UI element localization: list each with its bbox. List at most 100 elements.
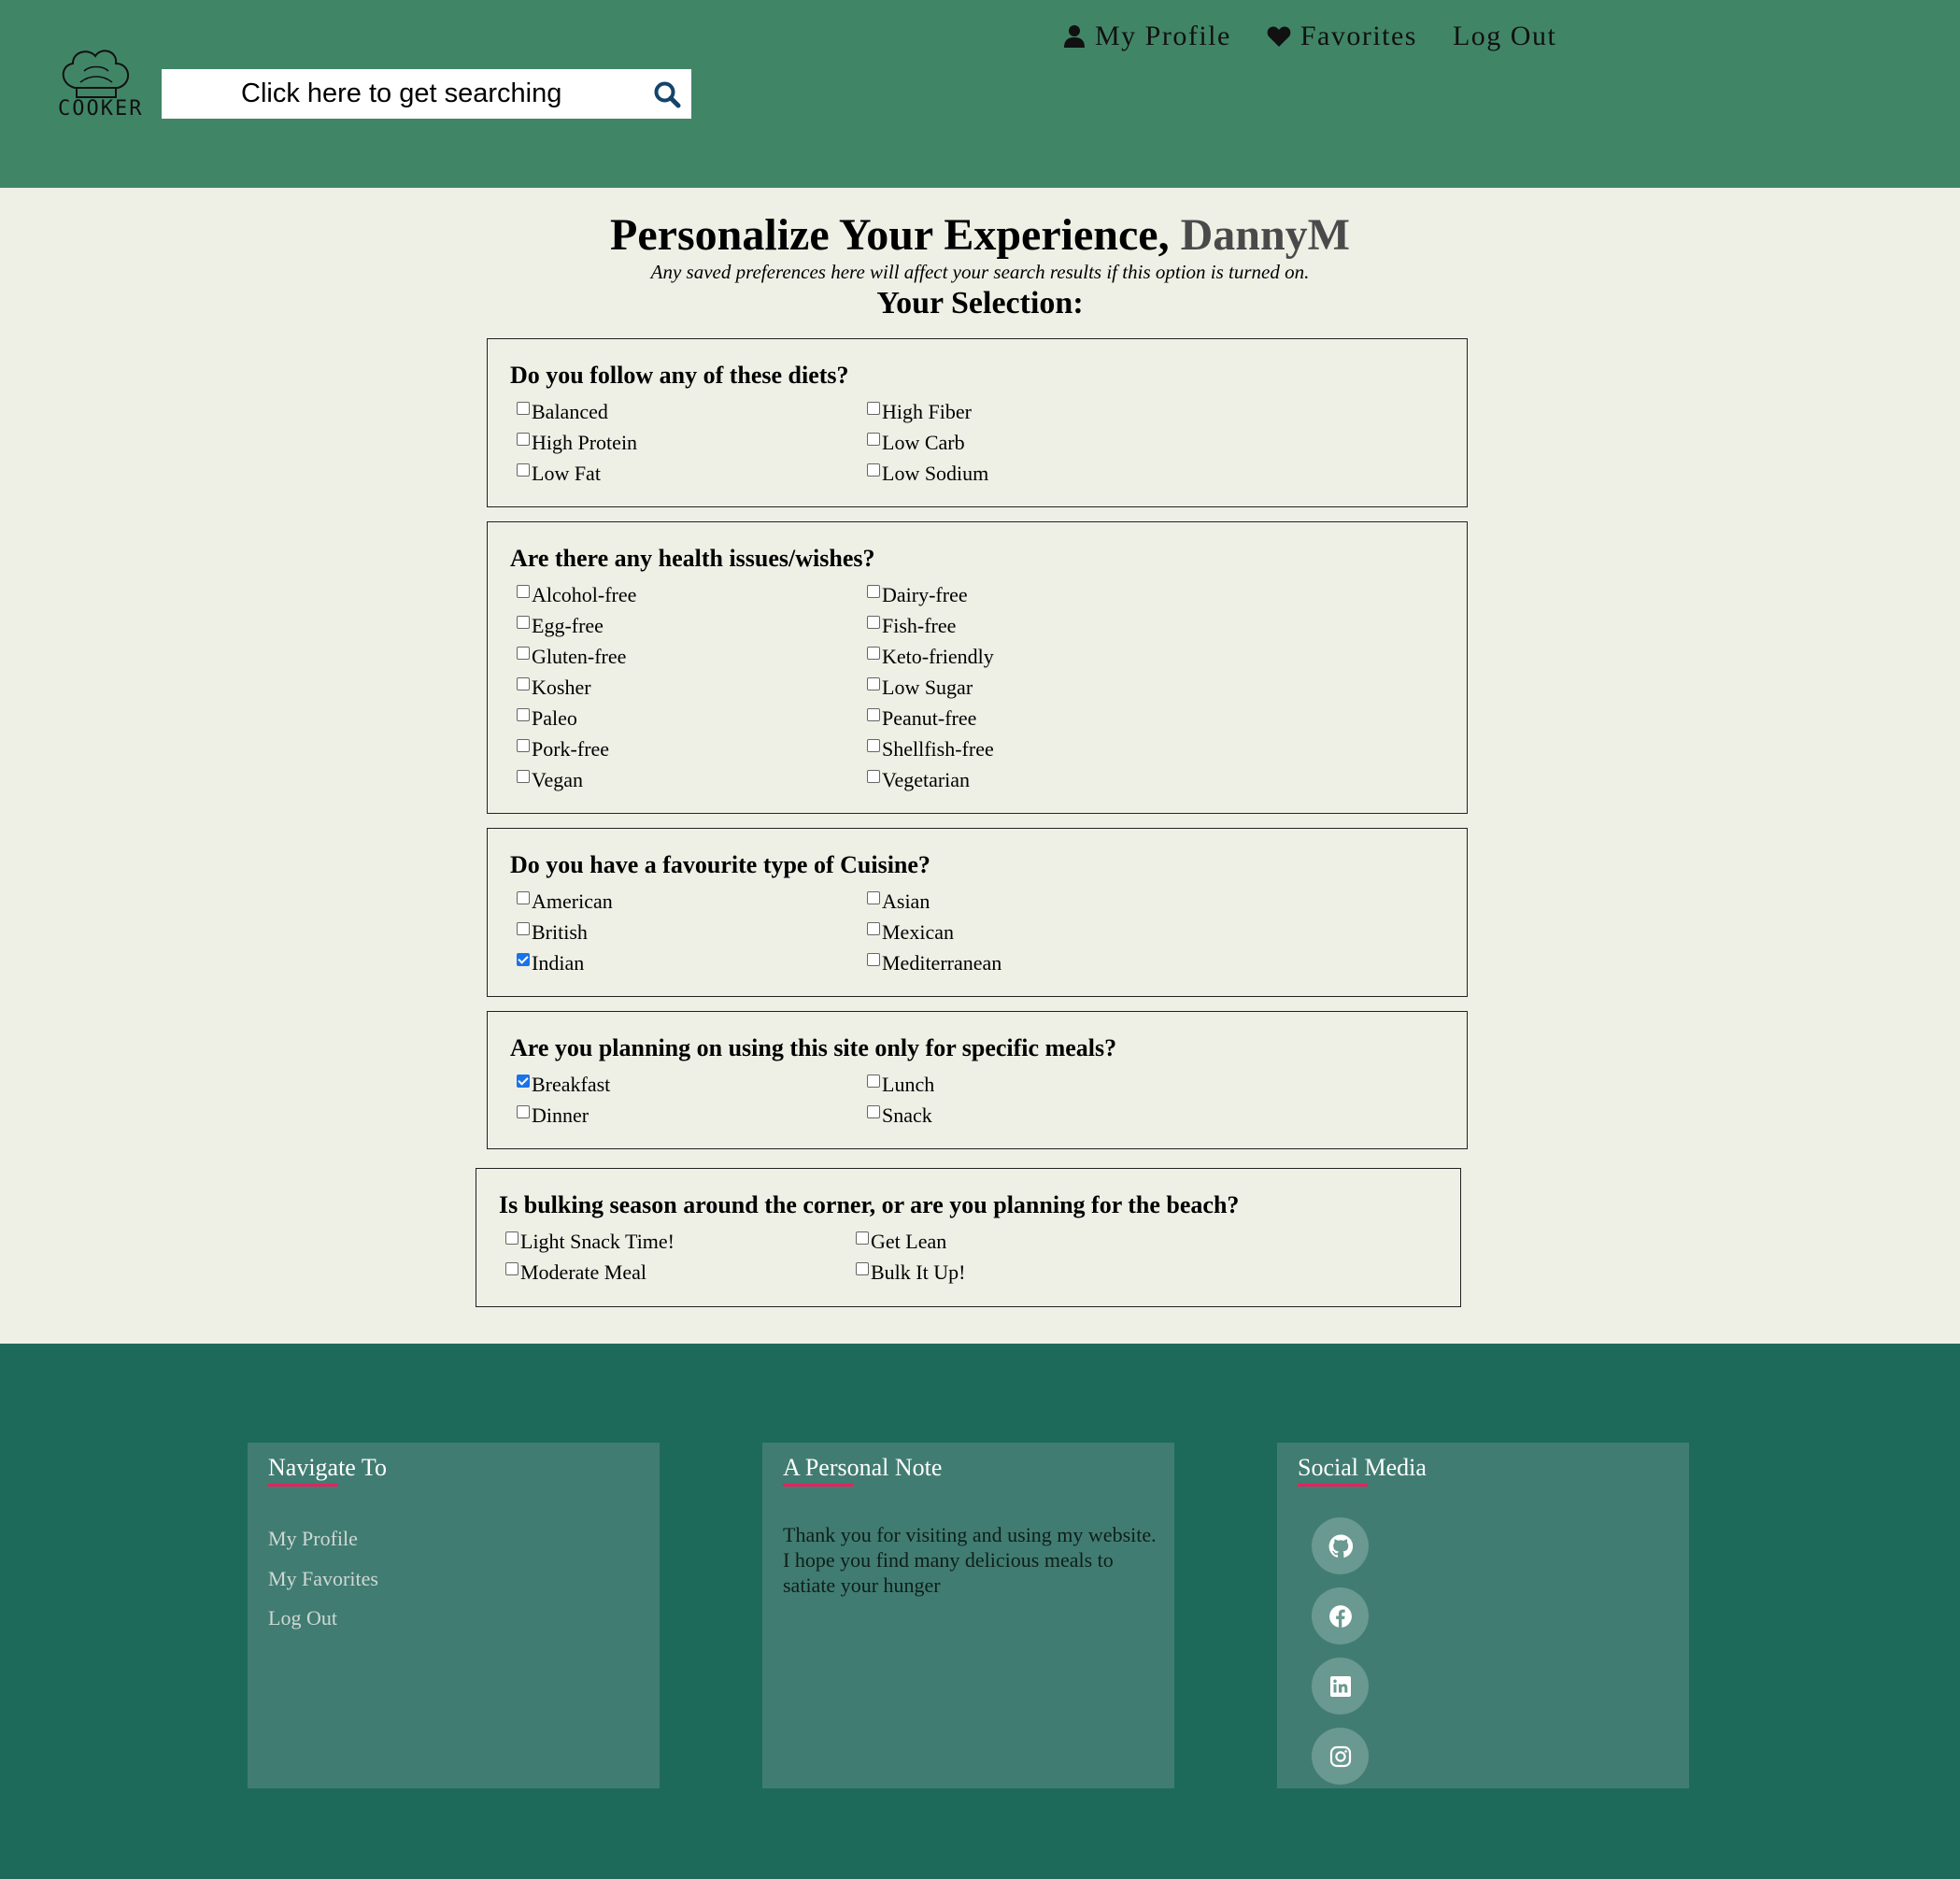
checkbox-balanced[interactable]	[517, 401, 530, 415]
checkbox-vegan[interactable]	[517, 769, 530, 783]
footer-link-my-profile[interactable]: My Profile	[268, 1519, 378, 1559]
footer-link-my-favorites[interactable]: My Favorites	[268, 1559, 378, 1600]
checkbox-low-fat[interactable]	[517, 463, 530, 477]
linkedin-link[interactable]	[1312, 1658, 1369, 1715]
checkbox-alcohol-free[interactable]	[517, 584, 530, 598]
checkbox-lunch[interactable]	[867, 1074, 880, 1088]
option-shellfish-free[interactable]: Shellfish-free	[867, 733, 1166, 764]
checkbox-indian[interactable]	[517, 952, 530, 966]
option-low-fat[interactable]: Low Fat	[517, 458, 867, 489]
checkbox-mexican[interactable]	[867, 921, 880, 935]
checkbox-snack[interactable]	[867, 1104, 880, 1118]
option-asian[interactable]: Asian	[867, 886, 1166, 917]
option-label: American	[532, 889, 613, 913]
option-label: Indian	[532, 950, 585, 975]
footer-social-card: Social Media	[1277, 1443, 1689, 1788]
option-breakfast[interactable]: Breakfast	[517, 1069, 867, 1100]
instagram-icon	[1329, 1745, 1351, 1767]
checkbox-pork-free[interactable]	[517, 738, 530, 752]
nav-my-profile[interactable]: My Profile	[1063, 21, 1231, 52]
option-label: Get Lean	[871, 1229, 947, 1253]
github-icon	[1328, 1534, 1353, 1558]
checkbox-paleo[interactable]	[517, 707, 530, 721]
checkbox-vegetarian[interactable]	[867, 769, 880, 783]
checkbox-dinner[interactable]	[517, 1104, 530, 1118]
option-pork-free[interactable]: Pork-free	[517, 733, 867, 764]
checkbox-dairy-free[interactable]	[867, 584, 880, 598]
checkbox-light-snack-time[interactable]	[505, 1231, 518, 1245]
facebook-link[interactable]	[1312, 1587, 1369, 1644]
checkbox-asian[interactable]	[867, 890, 880, 904]
option-paleo[interactable]: Paleo	[517, 703, 867, 733]
checkbox-fish-free[interactable]	[867, 615, 880, 629]
checkbox-keto-friendly[interactable]	[867, 646, 880, 660]
option-peanut-free[interactable]: Peanut-free	[867, 703, 1166, 733]
options-grid: Light Snack Time! Get Lean Moderate Meal Bu…	[505, 1226, 1155, 1288]
option-gluten-free[interactable]: Gluten-free	[517, 641, 867, 672]
option-moderate-meal[interactable]: Moderate Meal	[505, 1257, 856, 1288]
checkbox-american[interactable]	[517, 890, 530, 904]
checkbox-mediterranean[interactable]	[867, 952, 880, 966]
checkbox-egg-free[interactable]	[517, 615, 530, 629]
option-label: Mexican	[882, 919, 954, 944]
option-fish-free[interactable]: Fish-free	[867, 610, 1166, 641]
instagram-link[interactable]	[1312, 1728, 1369, 1785]
option-label: High Protein	[532, 430, 638, 454]
option-vegetarian[interactable]: Vegetarian	[867, 764, 1166, 795]
cuisine-section: Do you have a favourite type of Cuisine?…	[487, 828, 1468, 997]
footer-note-card: A Personal Note Thank you for visiting a…	[762, 1443, 1174, 1788]
checkbox-gluten-free[interactable]	[517, 646, 530, 660]
nav-favorites[interactable]: Favorites	[1267, 21, 1417, 52]
checkbox-moderate-meal[interactable]	[505, 1261, 518, 1275]
option-dairy-free[interactable]: Dairy-free	[867, 579, 1166, 610]
option-mediterranean[interactable]: Mediterranean	[867, 947, 1166, 978]
option-lunch[interactable]: Lunch	[867, 1069, 1166, 1100]
option-label: Pork-free	[532, 736, 610, 761]
option-mexican[interactable]: Mexican	[867, 917, 1166, 947]
checkbox-low-sugar[interactable]	[867, 676, 880, 690]
checkbox-low-carb[interactable]	[867, 432, 880, 446]
top-nav: My Profile Favorites Log Out	[1063, 21, 1592, 52]
bulking-section: Is bulking season around the corner, or …	[476, 1168, 1461, 1307]
checkbox-shellfish-free[interactable]	[867, 738, 880, 752]
checkbox-low-sodium[interactable]	[867, 463, 880, 477]
checkbox-bulk-it-up[interactable]	[856, 1261, 869, 1275]
checkbox-peanut-free[interactable]	[867, 707, 880, 721]
option-low-sodium[interactable]: Low Sodium	[867, 458, 1166, 489]
option-keto-friendly[interactable]: Keto-friendly	[867, 641, 1166, 672]
option-egg-free[interactable]: Egg-free	[517, 610, 867, 641]
checkbox-british[interactable]	[517, 921, 530, 935]
option-alcohol-free[interactable]: Alcohol-free	[517, 579, 867, 610]
option-balanced[interactable]: Balanced	[517, 396, 867, 427]
option-american[interactable]: American	[517, 886, 867, 917]
option-high-protein[interactable]: High Protein	[517, 427, 867, 458]
github-link[interactable]	[1312, 1517, 1369, 1574]
option-label: Shellfish-free	[882, 736, 994, 761]
nav-log-out[interactable]: Log Out	[1453, 21, 1556, 52]
option-high-fiber[interactable]: High Fiber	[867, 396, 1166, 427]
option-snack[interactable]: Snack	[867, 1100, 1166, 1131]
option-indian[interactable]: Indian	[517, 947, 867, 978]
checkbox-high-fiber[interactable]	[867, 401, 880, 415]
option-low-sugar[interactable]: Low Sugar	[867, 672, 1166, 703]
footer-links: My Profile My Favorites Log Out	[268, 1519, 378, 1639]
checkbox-get-lean[interactable]	[856, 1231, 869, 1245]
section-question: Do you have a favourite type of Cuisine?	[510, 851, 930, 878]
option-vegan[interactable]: Vegan	[517, 764, 867, 795]
search-button[interactable]	[643, 69, 691, 119]
option-get-lean[interactable]: Get Lean	[856, 1226, 1155, 1257]
option-kosher[interactable]: Kosher	[517, 672, 867, 703]
search-bar[interactable]: Click here to get searching	[162, 69, 691, 119]
checkbox-high-protein[interactable]	[517, 432, 530, 446]
option-british[interactable]: British	[517, 917, 867, 947]
option-light-snack-time[interactable]: Light Snack Time!	[505, 1226, 856, 1257]
option-dinner[interactable]: Dinner	[517, 1100, 867, 1131]
footer-link-log-out[interactable]: Log Out	[268, 1599, 378, 1639]
search-input[interactable]: Click here to get searching	[241, 78, 561, 109]
option-label: Breakfast	[532, 1072, 611, 1096]
checkbox-breakfast[interactable]	[517, 1074, 530, 1088]
option-low-carb[interactable]: Low Carb	[867, 427, 1166, 458]
option-bulk-it-up[interactable]: Bulk It Up!	[856, 1257, 1155, 1288]
option-label: Light Snack Time!	[520, 1229, 675, 1253]
checkbox-kosher[interactable]	[517, 676, 530, 690]
